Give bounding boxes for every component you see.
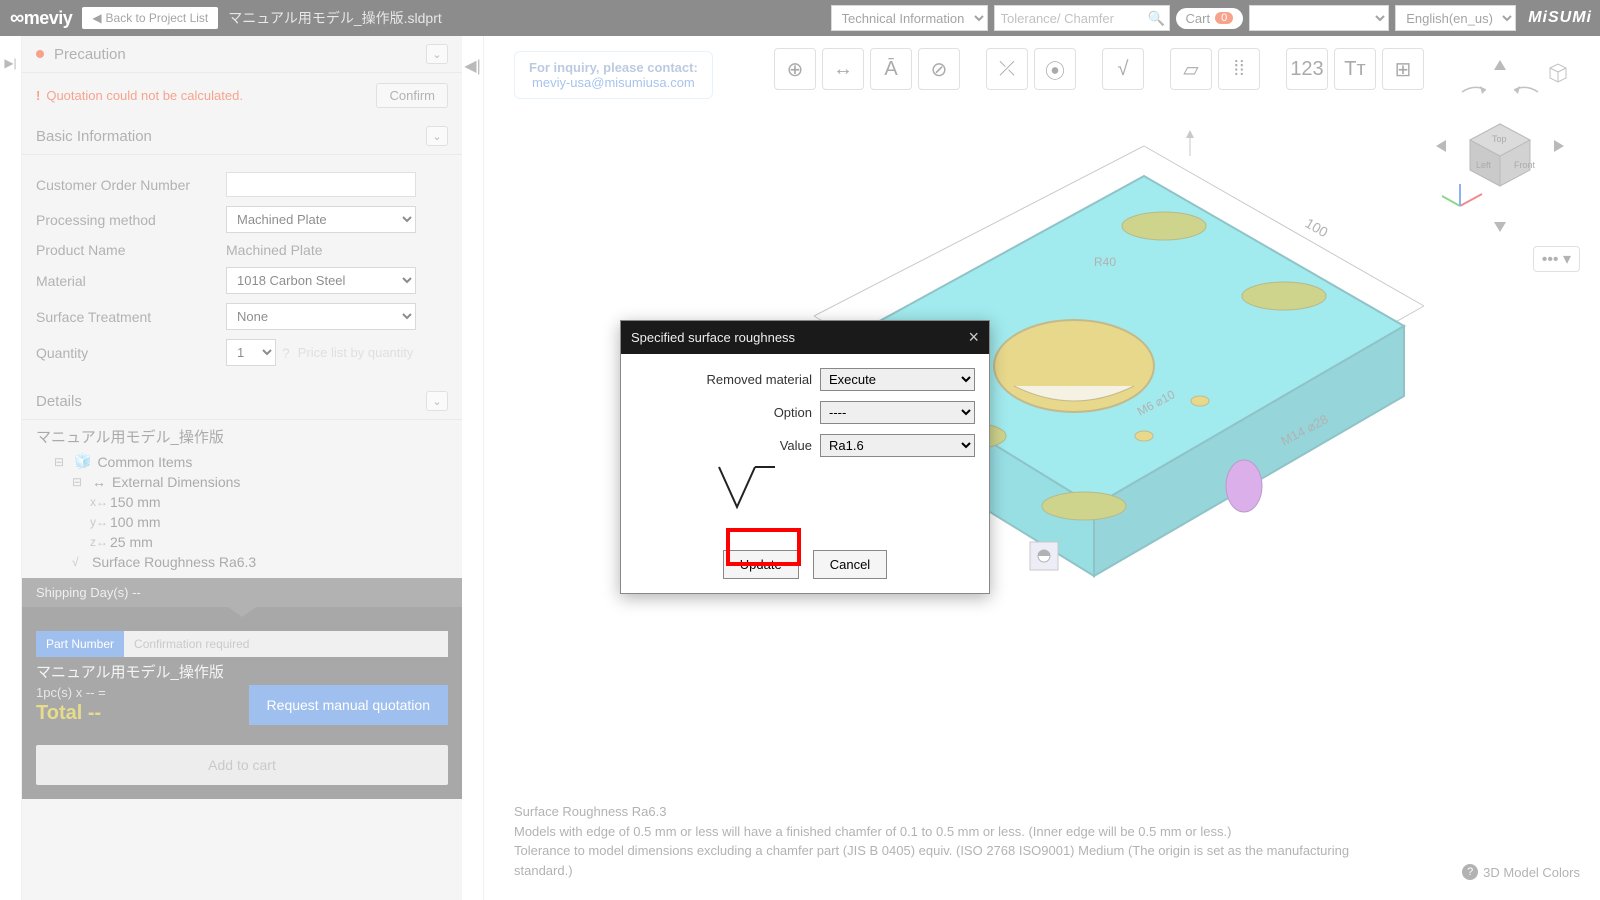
modal-title: Specified surface roughness [631,330,795,345]
roughness-symbol-icon [715,463,775,513]
option-select[interactable]: ---- [820,401,975,424]
removed-material-select[interactable]: Execute [820,368,975,391]
value-label: Value [635,438,820,453]
removed-material-label: Removed material [635,372,820,387]
value-select[interactable]: Ra1.6 [820,434,975,457]
roughness-modal: Specified surface roughness × Removed ma… [620,320,990,594]
update-button[interactable]: Update [723,550,799,579]
cancel-button[interactable]: Cancel [813,550,887,579]
close-icon[interactable]: × [968,327,979,348]
option-label: Option [635,405,820,420]
modal-header[interactable]: Specified surface roughness × [621,321,989,354]
